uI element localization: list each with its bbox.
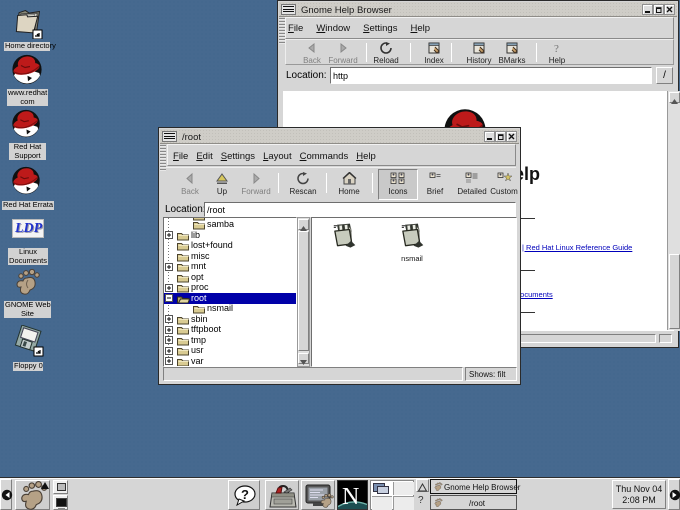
svg-text:?: ? [241, 487, 249, 502]
svg-text:?: ? [554, 43, 559, 54]
svg-text:N: N [342, 484, 359, 509]
